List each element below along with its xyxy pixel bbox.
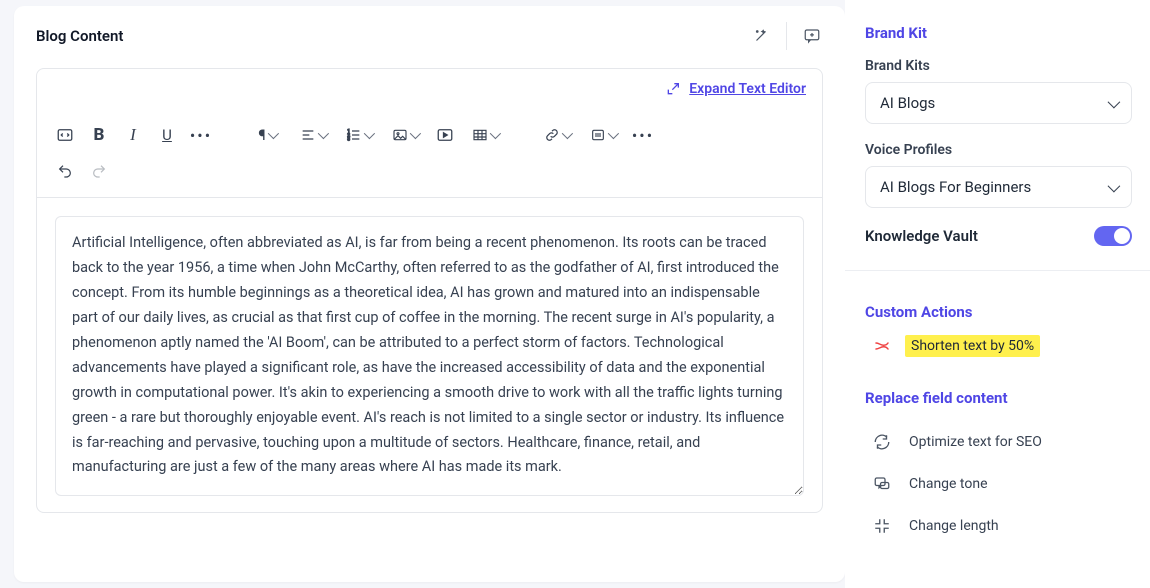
shorten-icon xyxy=(873,337,891,355)
variable-button[interactable] xyxy=(581,119,625,151)
action-optimize-seo[interactable]: Optimize text for SEO xyxy=(865,421,1132,463)
list-button[interactable]: 123 xyxy=(337,119,381,151)
video-button[interactable] xyxy=(429,119,461,151)
comment-add-icon[interactable] xyxy=(801,25,823,47)
custom-action-shorten[interactable]: Shorten text by 50% xyxy=(865,335,1132,357)
paragraph-button[interactable]: ¶ xyxy=(245,119,289,151)
chevron-down-icon xyxy=(1108,179,1121,192)
toolbar: B I U ••• ¶ 123 xyxy=(37,109,822,198)
header-icons xyxy=(750,22,823,50)
action-change-length[interactable]: Change length xyxy=(865,505,1132,547)
replace-field-title: Replace field content xyxy=(865,389,1132,407)
table-button[interactable] xyxy=(463,119,507,151)
knowledge-vault-toggle[interactable] xyxy=(1094,226,1132,246)
chevron-down-icon xyxy=(410,128,421,139)
chevron-down-icon xyxy=(490,128,501,139)
chevron-down-icon xyxy=(1108,95,1121,108)
side-panel: Brand Kit Brand Kits AI Blogs Voice Prof… xyxy=(845,0,1150,588)
expand-text-editor-link[interactable]: Expand Text Editor xyxy=(665,81,806,97)
action-label: Change length xyxy=(909,518,999,534)
link-button[interactable] xyxy=(535,119,579,151)
image-button[interactable] xyxy=(383,119,427,151)
chevron-down-icon xyxy=(608,128,619,139)
editor-panel: Blog Content xyxy=(14,6,845,582)
expand-label: Expand Text Editor xyxy=(689,81,806,97)
bold-button[interactable]: B xyxy=(83,119,115,151)
voice-profiles-value: AI Blogs For Beginners xyxy=(880,178,1031,196)
editor-title: Blog Content xyxy=(36,27,123,45)
content-textarea[interactable] xyxy=(55,216,804,496)
brand-kits-label: Brand Kits xyxy=(865,58,1132,74)
voice-profiles-label: Voice Profiles xyxy=(865,142,1132,158)
custom-action-label: Shorten text by 50% xyxy=(905,335,1040,357)
chevron-down-icon xyxy=(267,128,278,139)
brand-kits-value: AI Blogs xyxy=(880,94,935,112)
voice-profiles-select[interactable]: AI Blogs For Beginners xyxy=(865,166,1132,208)
chat-icon xyxy=(873,475,891,493)
chevron-down-icon xyxy=(318,128,329,139)
more-button[interactable]: ••• xyxy=(627,119,659,151)
editor-box: Expand Text Editor B I U ••• ¶ xyxy=(36,68,823,513)
align-button[interactable] xyxy=(291,119,335,151)
magic-wand-icon[interactable] xyxy=(750,25,772,47)
more-formatting-button[interactable]: ••• xyxy=(185,119,217,151)
brand-kit-title: Brand Kit xyxy=(865,24,1132,42)
italic-button[interactable]: I xyxy=(117,119,149,151)
refresh-icon xyxy=(873,433,891,451)
divider xyxy=(786,22,787,50)
redo-button[interactable] xyxy=(83,155,115,187)
divider xyxy=(845,270,1150,271)
contract-icon xyxy=(873,517,891,535)
code-block-button[interactable] xyxy=(49,119,81,151)
action-label: Optimize text for SEO xyxy=(909,434,1042,450)
svg-text:3: 3 xyxy=(347,136,350,142)
undo-button[interactable] xyxy=(49,155,81,187)
chevron-down-icon xyxy=(562,128,573,139)
action-label: Change tone xyxy=(909,476,988,492)
custom-actions-title: Custom Actions xyxy=(865,303,1132,321)
brand-kits-select[interactable]: AI Blogs xyxy=(865,82,1132,124)
underline-button[interactable]: U xyxy=(151,119,183,151)
knowledge-vault-label: Knowledge Vault xyxy=(865,227,978,245)
action-change-tone[interactable]: Change tone xyxy=(865,463,1132,505)
chevron-down-icon xyxy=(364,128,375,139)
